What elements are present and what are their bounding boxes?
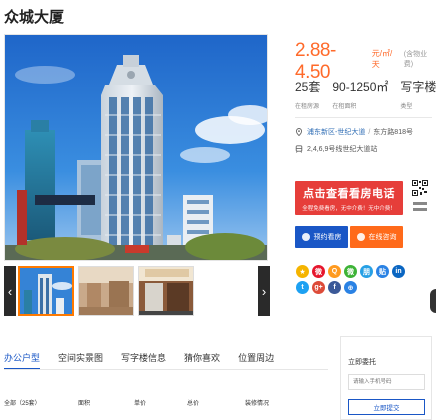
entrust-form-title: 立即委托: [348, 359, 376, 366]
chat-icon: [356, 233, 365, 241]
address-separator: /: [368, 128, 371, 136]
qzone-icon[interactable]: ★: [296, 265, 309, 278]
tab-office-units[interactable]: 办公户型: [4, 351, 41, 370]
address-district-link[interactable]: 浦东新区-世纪大道: [307, 127, 365, 137]
stat-available-units: 25套 在租房源: [295, 78, 320, 110]
pengyou-icon[interactable]: 朋: [360, 265, 373, 278]
view-phone-button[interactable]: 点击查看看房电话 全程免费看房，无中介费！无中介费！: [295, 181, 403, 215]
more-share-icon[interactable]: ⊕: [344, 281, 357, 294]
price-unit: 元/㎡/天: [371, 49, 393, 69]
location-pin-icon: [295, 128, 303, 136]
side-floating-tab[interactable]: [430, 289, 436, 313]
col-area[interactable]: 面积: [78, 398, 134, 407]
qq-icon[interactable]: Q: [328, 265, 341, 278]
metro-text: 2,4,6,9号线世纪大道站: [307, 146, 378, 153]
tab-building-info[interactable]: 写字楼信息: [121, 351, 166, 370]
linkedin-icon[interactable]: in: [392, 265, 405, 278]
metro-icon: [295, 145, 303, 153]
tabs-divider: [4, 369, 328, 370]
wechat-icon[interactable]: 微: [344, 265, 357, 278]
stat-label: 在租面积: [332, 104, 357, 110]
col-total-price[interactable]: 总价: [187, 398, 245, 407]
book-viewing-label: 预约看房: [313, 234, 342, 241]
thumbnail-exterior[interactable]: [18, 266, 74, 316]
book-viewing-button[interactable]: 预约看房: [295, 226, 348, 248]
metro-line: 2,4,6,9号线世纪大道站: [295, 144, 377, 154]
main-building-photo[interactable]: [4, 34, 268, 261]
online-consult-button[interactable]: 在线咨询: [350, 226, 403, 248]
calendar-icon: [301, 233, 310, 241]
stat-value: 90-1250㎡: [332, 80, 389, 94]
col-all-units[interactable]: 全部（25套）: [4, 398, 78, 407]
thumbnail-prev-button[interactable]: ‹: [4, 266, 16, 316]
address-street: 东方路818号: [373, 129, 413, 136]
stat-available-area: 90-1250㎡ 在租面积: [332, 78, 388, 110]
stat-label: 类型: [400, 104, 413, 110]
stat-value: 25套: [295, 80, 321, 94]
page-title: 众城大厦: [4, 9, 65, 26]
stat-label: 在租房源: [295, 104, 320, 110]
units-table-header: 全部（25套） 面积 单价 总价 装修情况: [4, 398, 295, 407]
phone-input[interactable]: [348, 374, 425, 390]
divider: [295, 117, 432, 118]
stats-row: 25套 在租房源 90-1250㎡ 在租面积 写字楼 类型: [295, 78, 436, 110]
tieba-icon[interactable]: 贴: [376, 265, 389, 278]
submit-button[interactable]: 立即提交: [348, 399, 425, 415]
chevron-left-icon: ‹: [7, 283, 13, 299]
twitter-icon[interactable]: t: [296, 281, 309, 294]
stat-value: 写字楼: [400, 80, 436, 94]
view-phone-sublabel: 全程免费看房，无中介费！无中介费！: [302, 206, 396, 212]
col-decoration[interactable]: 装修情况: [245, 398, 295, 407]
stat-type: 写字楼 类型: [400, 78, 436, 110]
facebook-icon[interactable]: f: [328, 281, 341, 294]
chevron-right-icon: ›: [261, 283, 267, 299]
share-icons: ★ 微 Q 微朋贴 in t g+ f ⊕: [296, 265, 408, 294]
online-consult-label: 在线咨询: [368, 234, 397, 241]
tab-recommendations[interactable]: 猜你喜欢: [184, 351, 220, 370]
address-line: 浦东新区-世纪大道 / 东方路818号: [295, 127, 413, 137]
entrust-form: 立即委托 立即提交: [340, 336, 432, 420]
price-note: (含物业费): [403, 51, 428, 68]
col-unit-price[interactable]: 单价: [134, 398, 187, 407]
google-plus-icon[interactable]: g+: [312, 281, 325, 294]
view-phone-label: 点击查看看房电话: [303, 188, 395, 200]
tab-space-photos[interactable]: 空间实景图: [58, 351, 103, 370]
thumbnail-next-button[interactable]: ›: [258, 266, 270, 316]
thumbnail-entrance[interactable]: [138, 266, 194, 316]
thumbnail-lobby[interactable]: [78, 266, 134, 316]
section-tabs: 办公户型 空间实景图 写字楼信息 猜你喜欢 位置周边: [4, 351, 292, 370]
qr-code-icon[interactable]: [412, 180, 428, 216]
weibo-icon[interactable]: 微: [312, 265, 325, 278]
tab-nearby[interactable]: 位置周边: [238, 351, 274, 370]
